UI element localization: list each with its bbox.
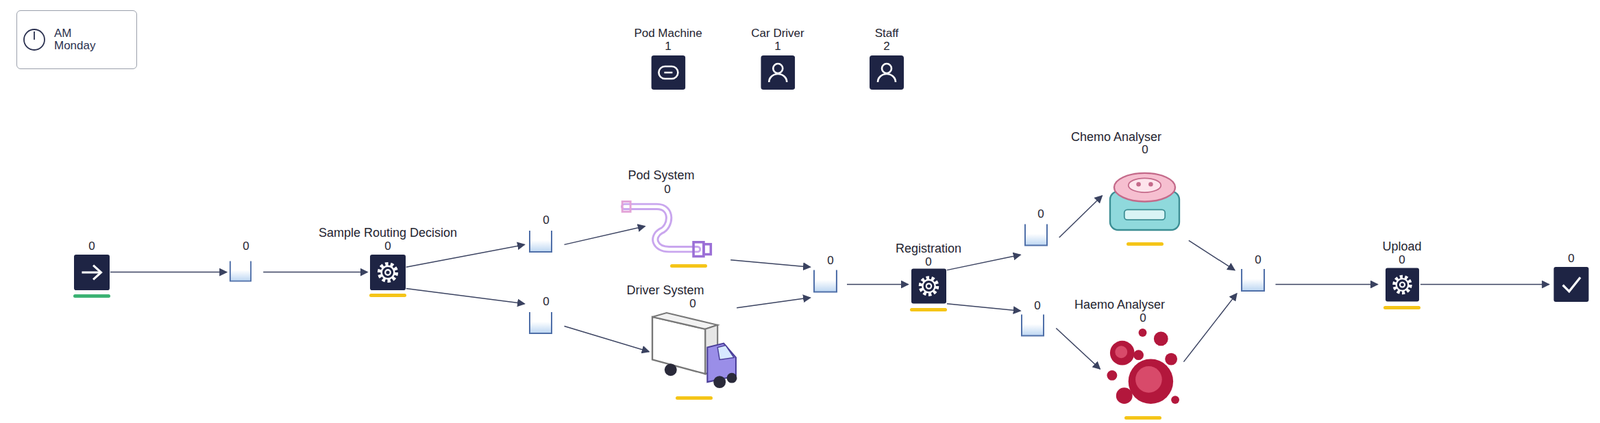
node-count: 0 [1037,208,1044,222]
clock-day: Monday [54,39,96,53]
queue-icon[interactable] [812,269,839,294]
node-count: 0 [1034,300,1041,314]
machine-icon [650,55,686,90]
resource[interactable]: Car Driver1 [751,27,804,90]
resource[interactable]: Staff2 [869,27,904,90]
node-label: Driver System [626,284,704,299]
node-count: 0 [1567,252,1574,266]
resource-count: 2 [883,40,890,54]
queue-icon[interactable] [1020,313,1045,339]
node-count: 0 [1141,143,1148,157]
queue-icon[interactable] [1240,267,1266,294]
status-bar [1383,306,1421,310]
clock-period: AM [54,27,96,40]
blood-cells-icon[interactable] [1103,324,1182,413]
node-count: 0 [689,298,696,312]
node-count: 0 [1398,254,1405,268]
node-count: 0 [925,256,932,270]
resource[interactable]: Pod Machine1 [633,27,702,90]
status-bar [1124,416,1162,421]
status-bar [675,396,713,401]
queue-icon[interactable] [528,311,553,336]
status-bar [1126,242,1164,246]
truck-icon[interactable] [646,311,741,393]
check-icon[interactable] [1553,267,1590,303]
pipe-icon[interactable] [620,196,715,260]
node-count: 0 [663,183,671,197]
queue-icon[interactable] [1023,222,1049,249]
queue-icon[interactable] [528,229,553,255]
status-bar [73,294,111,299]
clock-icon [22,28,46,52]
analyser-icon[interactable] [1105,165,1184,235]
node-label: Haemo Analyser [1074,298,1165,313]
status-bar [670,264,708,268]
arrow-icon[interactable] [73,254,111,291]
resource-label: Pod Machine [633,27,702,41]
node-count: 0 [1254,254,1261,268]
queue-icon[interactable] [228,260,253,283]
gear-icon[interactable] [370,254,406,291]
resource-label: Staff [875,27,900,41]
clock-panel: AMMonday [16,10,138,70]
person-icon [760,55,795,90]
node-count: 0 [827,254,834,268]
node-label: Registration [895,242,962,257]
node-label: Pod System [627,169,695,183]
node-label: Upload [1382,240,1422,255]
node-count: 0 [88,240,95,254]
node-count: 0 [1139,312,1146,326]
resource-count: 1 [664,40,671,54]
person-icon [869,55,904,90]
status-bar [369,293,407,298]
gear-icon[interactable] [911,268,947,305]
gear-icon[interactable] [1385,267,1420,303]
resource-count: 1 [774,40,781,54]
node-count: 0 [542,214,549,228]
node-count: 0 [542,296,549,310]
status-bar [909,308,947,312]
node-label: Chemo Analyser [1071,130,1162,145]
resource-label: Car Driver [751,27,804,41]
node-count: 0 [242,240,249,254]
connections [0,0,1600,423]
node-count: 0 [384,240,391,254]
node-label: Sample Routing Decision [318,226,458,241]
